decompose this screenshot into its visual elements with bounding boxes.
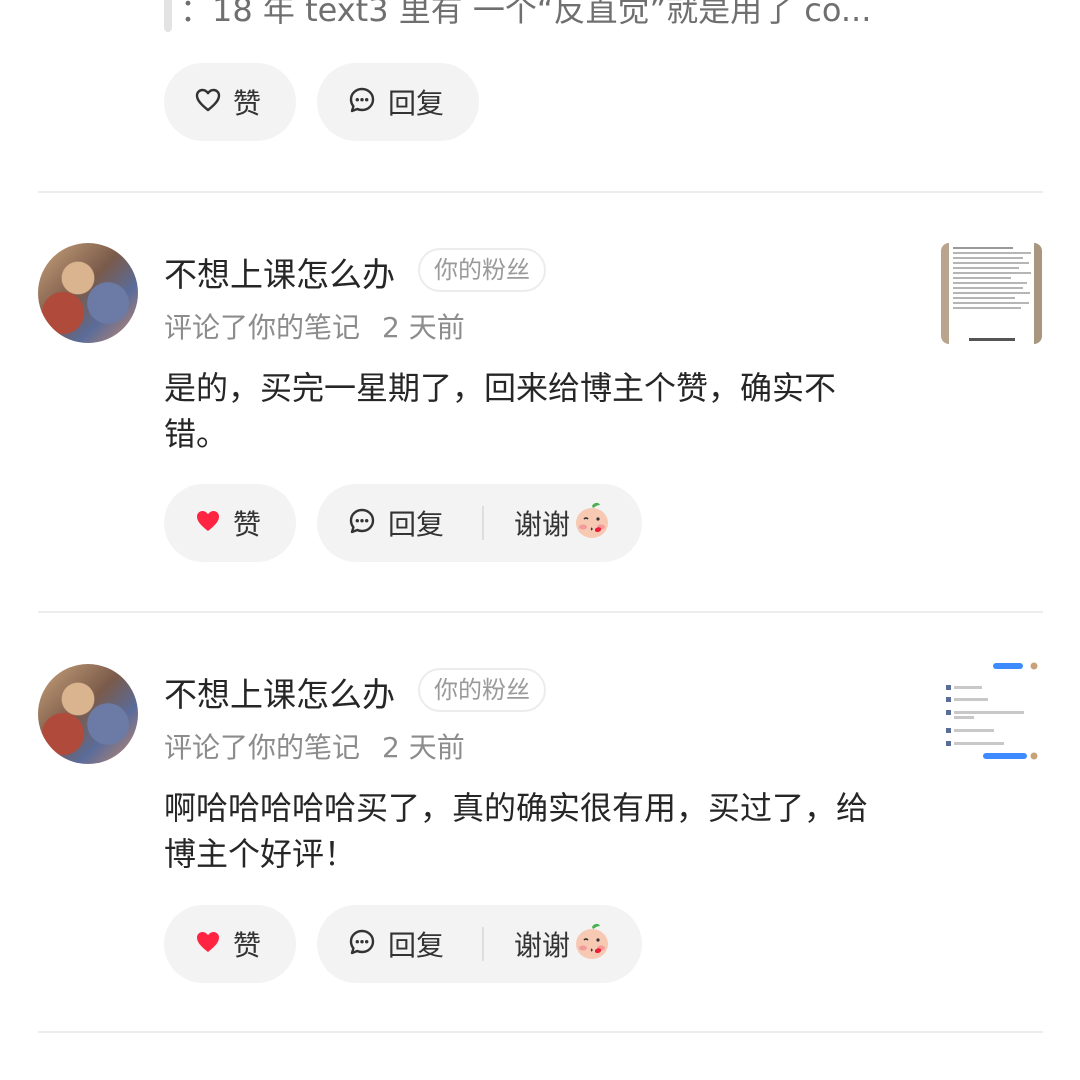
divider <box>38 611 1043 613</box>
comment-bubble-icon <box>348 507 376 539</box>
heart-filled-icon <box>195 509 221 537</box>
timestamp: 2 天前 <box>382 311 465 344</box>
action-text: 评论了你的笔记 <box>164 311 361 344</box>
blowing-kiss-emoji-icon <box>572 922 612 962</box>
comment-actions: 赞 回复 谢谢 <box>164 484 642 562</box>
like-label: 赞 <box>233 87 262 120</box>
note-thumbnail-image <box>941 243 1042 344</box>
like-button[interactable]: 赞 <box>164 484 296 562</box>
comment-bubble-icon <box>348 86 376 118</box>
reply-button[interactable]: 回复 <box>317 63 479 141</box>
top-actions: 赞 回复 <box>164 63 479 141</box>
quote-bar <box>164 0 172 32</box>
reply-label: 回复 <box>388 929 445 962</box>
note-thumbnail[interactable] <box>941 660 1042 761</box>
comment-text[interactable]: 是的，买完一星期了，回来给博主个赞，确实不错。 <box>164 365 874 457</box>
notification-list: ：18 年 text3 里有 一个“反直觉”就是用了 co... 赞 回复 不想… <box>0 0 1080 1080</box>
timestamp: 2 天前 <box>382 731 465 764</box>
thanks-quick-reply[interactable]: 谢谢 <box>514 503 570 543</box>
like-label: 赞 <box>233 508 262 541</box>
avatar[interactable] <box>38 243 138 343</box>
action-text: 评论了你的笔记 <box>164 731 361 764</box>
author-name[interactable]: 不想上课怎么办 <box>164 248 395 296</box>
comment-meta: 评论了你的笔记 2 天前 <box>164 726 465 766</box>
pill-divider <box>482 506 485 540</box>
comment-bubble-icon <box>348 928 376 960</box>
thanks-quick-reply[interactable]: 谢谢 <box>514 924 570 964</box>
heart-filled-icon <box>195 930 221 958</box>
reply-thanks-button[interactable]: 回复 谢谢 <box>317 484 642 562</box>
divider <box>38 191 1043 193</box>
like-button[interactable]: 赞 <box>164 905 296 983</box>
comment-text[interactable]: 啊哈哈哈哈哈买了，真的确实很有用，买过了，给博主个好评！ <box>164 785 874 877</box>
quoted-note-text: ：18 年 text3 里有 一个“反直觉”就是用了 co... <box>180 0 872 29</box>
divider <box>38 1031 1043 1033</box>
comment-actions: 赞 回复 谢谢 <box>164 905 642 983</box>
fan-badge: 你的粉丝 <box>418 668 546 712</box>
avatar[interactable] <box>38 664 138 764</box>
heart-outline-icon <box>195 88 221 116</box>
note-thumbnail-image <box>941 660 1042 761</box>
reply-thanks-button[interactable]: 回复 谢谢 <box>317 905 642 983</box>
author-name[interactable]: 不想上课怎么办 <box>164 668 395 716</box>
like-button[interactable]: 赞 <box>164 63 296 141</box>
reply-label: 回复 <box>388 508 445 541</box>
fan-badge: 你的粉丝 <box>418 248 546 292</box>
pill-divider <box>482 927 485 961</box>
reply-label: 回复 <box>388 87 445 120</box>
like-label: 赞 <box>233 929 262 962</box>
note-thumbnail[interactable] <box>941 243 1042 344</box>
comment-meta: 评论了你的笔记 2 天前 <box>164 306 465 346</box>
blowing-kiss-emoji-icon <box>572 501 612 541</box>
